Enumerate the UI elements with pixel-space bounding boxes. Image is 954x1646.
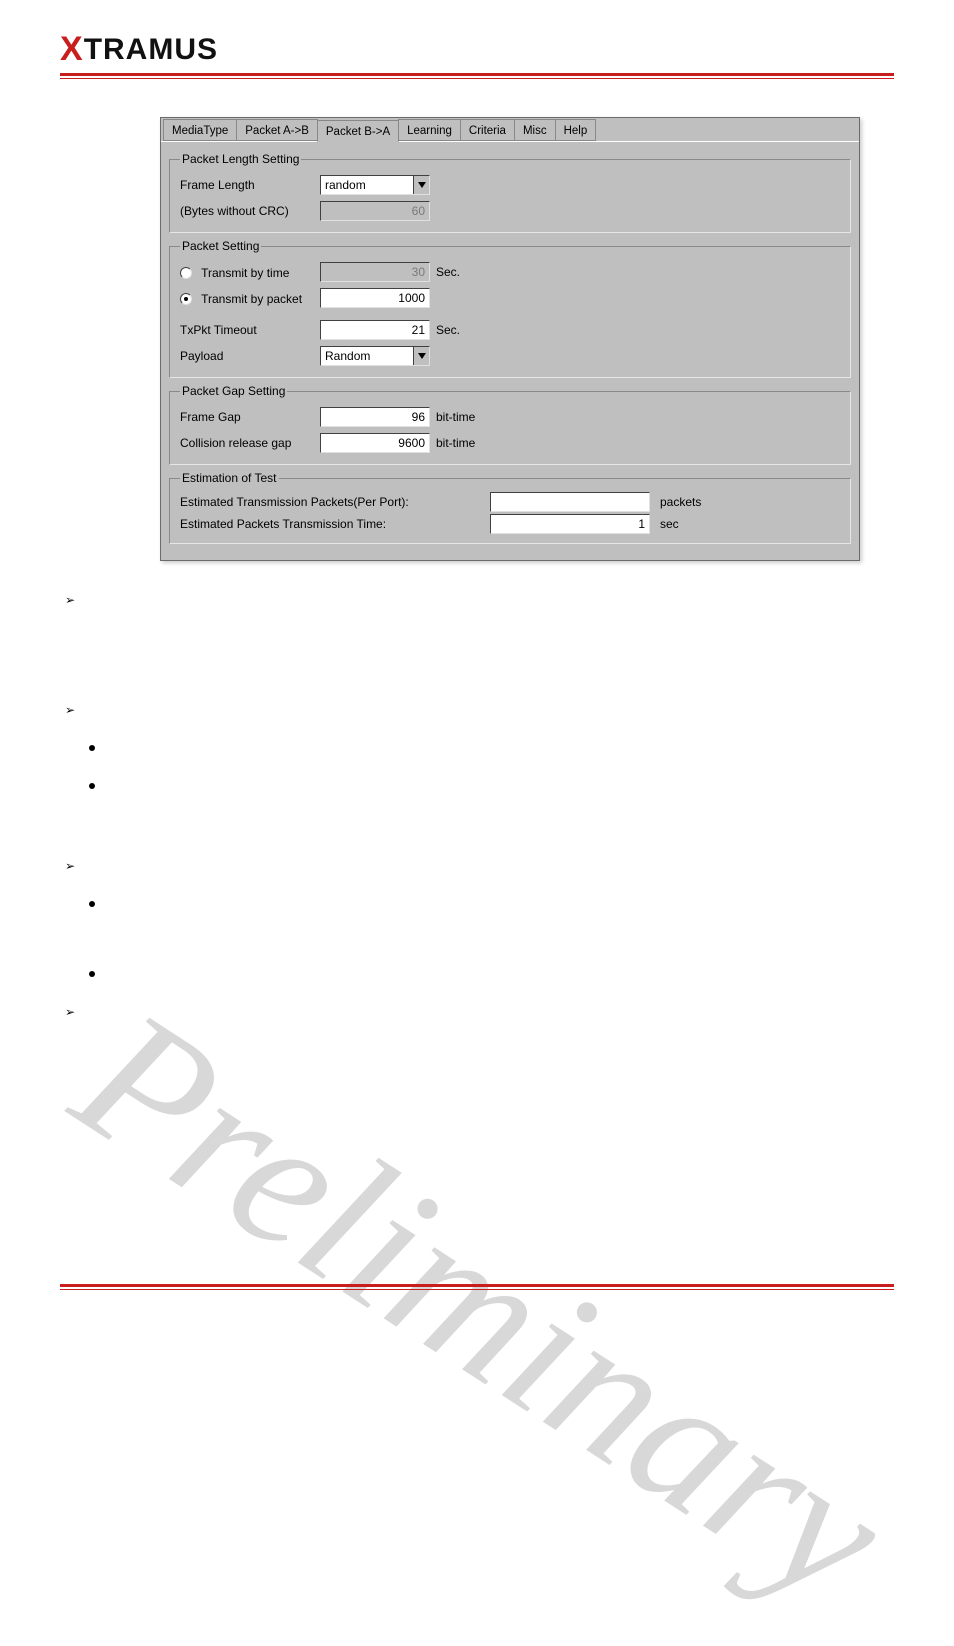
- label-payload: Payload: [180, 349, 320, 363]
- select-payload-value: Random: [325, 349, 370, 363]
- watermark-text: Preliminary: [40, 967, 923, 1646]
- body-text: ➢ ➢ ➢ ➢: [65, 591, 889, 1021]
- input-transmit-by-time: [320, 262, 430, 282]
- body-paragraph: [107, 895, 889, 945]
- tab-criteria[interactable]: Criteria: [460, 119, 515, 141]
- header-rule-bottom: [60, 78, 894, 79]
- footer-rule-bottom: [60, 1289, 894, 1290]
- body-paragraph: [107, 965, 889, 983]
- radio-transmit-by-time[interactable]: [180, 267, 192, 279]
- select-payload[interactable]: Random: [320, 346, 430, 366]
- chevron-down-icon: [413, 347, 429, 365]
- group-packet-setting: Packet Setting Transmit by time Sec. Tra…: [169, 239, 851, 378]
- page-footer: [60, 1280, 894, 1290]
- label-collision-release-gap: Collision release gap: [180, 436, 320, 450]
- label-frame-length: Frame Length: [180, 178, 320, 192]
- group-packet-gap-setting: Packet Gap Setting Frame Gap bit-time Co…: [169, 384, 851, 465]
- bullet-icon: [89, 901, 95, 907]
- input-transmit-by-packet[interactable]: [320, 288, 430, 308]
- label-est-transmission-time: Estimated Packets Transmission Time:: [180, 517, 490, 531]
- settings-window: MediaType Packet A->B Packet B->A Learni…: [160, 117, 860, 561]
- input-collision-release-gap[interactable]: [320, 433, 430, 453]
- unit-bit-time-1: bit-time: [436, 410, 475, 424]
- body-paragraph: [89, 591, 889, 681]
- label-bytes-without-crc: (Bytes without CRC): [180, 204, 320, 218]
- tab-misc[interactable]: Misc: [514, 119, 556, 141]
- unit-sec-1: Sec.: [436, 265, 460, 279]
- select-frame-length-value: random: [325, 178, 366, 192]
- tab-strip: MediaType Packet A->B Packet B->A Learni…: [161, 118, 859, 142]
- label-txpkt-timeout: TxPkt Timeout: [180, 323, 320, 337]
- body-paragraph: [89, 857, 889, 875]
- group-packet-length-setting: Packet Length Setting Frame Length rando…: [169, 152, 851, 233]
- legend-packet-setting: Packet Setting: [180, 239, 261, 253]
- unit-sec-3: sec: [660, 517, 679, 531]
- tab-packet-b-a[interactable]: Packet B->A: [317, 120, 399, 142]
- body-paragraph: [107, 739, 889, 757]
- header-rule-top: [60, 73, 894, 76]
- chevron-down-icon: [413, 176, 429, 194]
- legend-packet-gap-setting: Packet Gap Setting: [180, 384, 287, 398]
- tab-help[interactable]: Help: [555, 119, 597, 141]
- unit-sec-2: Sec.: [436, 323, 460, 337]
- logo-x: X: [60, 30, 84, 68]
- label-frame-gap: Frame Gap: [180, 410, 320, 424]
- footer-rule-top: [60, 1284, 894, 1287]
- arrow-bullet-icon: ➢: [65, 1003, 77, 1021]
- output-est-transmission-packets: [490, 492, 650, 512]
- bullet-icon: [89, 971, 95, 977]
- bullet-icon: [89, 783, 95, 789]
- tab-packet-a-b[interactable]: Packet A->B: [236, 119, 318, 141]
- logo-rest: TRAMUS: [84, 33, 218, 66]
- select-frame-length[interactable]: random: [320, 175, 430, 195]
- output-est-transmission-time: [490, 514, 650, 534]
- input-frame-gap[interactable]: [320, 407, 430, 427]
- input-txpkt-timeout[interactable]: [320, 320, 430, 340]
- body-paragraph: [89, 1003, 889, 1021]
- page-header: XTRAMUS: [0, 0, 954, 87]
- label-est-transmission-packets: Estimated Transmission Packets(Per Port)…: [180, 495, 490, 509]
- input-bytes-without-crc: [320, 201, 430, 221]
- unit-packets: packets: [660, 495, 701, 509]
- group-estimation-of-test: Estimation of Test Estimated Transmissio…: [169, 471, 851, 544]
- label-transmit-by-packet: Transmit by packet: [201, 292, 302, 306]
- radio-transmit-by-packet[interactable]: [180, 293, 192, 305]
- brand-logo: XTRAMUS: [60, 30, 894, 69]
- bullet-icon: [89, 745, 95, 751]
- arrow-bullet-icon: ➢: [65, 857, 77, 875]
- unit-bit-time-2: bit-time: [436, 436, 475, 450]
- label-transmit-by-time: Transmit by time: [201, 266, 289, 280]
- arrow-bullet-icon: ➢: [65, 591, 77, 681]
- body-paragraph: [89, 701, 889, 719]
- body-paragraph: [107, 777, 889, 837]
- tab-learning[interactable]: Learning: [398, 119, 461, 141]
- legend-estimation-of-test: Estimation of Test: [180, 471, 279, 485]
- tab-mediatype[interactable]: MediaType: [163, 119, 237, 141]
- arrow-bullet-icon: ➢: [65, 701, 77, 719]
- legend-packet-length-setting: Packet Length Setting: [180, 152, 301, 166]
